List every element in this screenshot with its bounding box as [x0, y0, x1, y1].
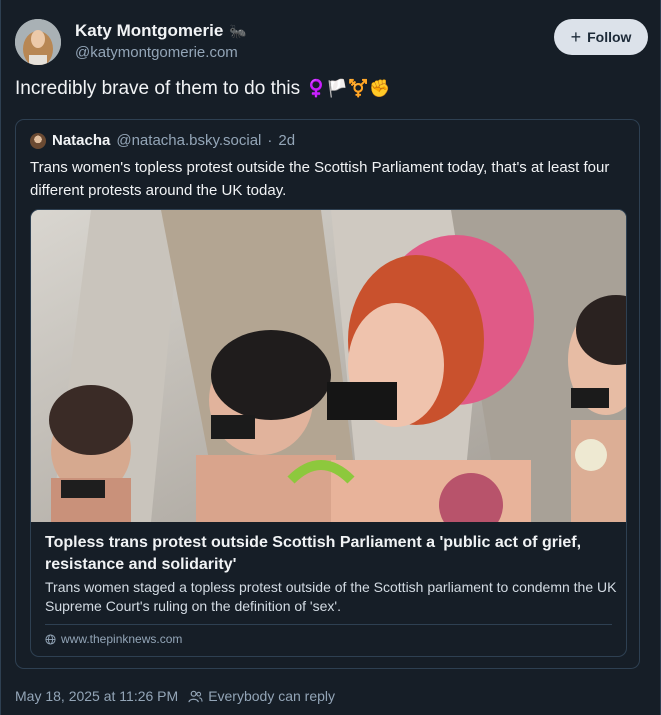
author-display-name[interactable]: Katy Montgomerie: [75, 21, 223, 41]
link-card-title[interactable]: Topless trans protest outside Scottish P…: [45, 532, 615, 576]
globe-icon: [45, 633, 56, 645]
author-handle[interactable]: @katymontgomerie.com: [75, 44, 238, 61]
quoted-post-age[interactable]: 2d: [278, 132, 295, 149]
avatar-image: [15, 19, 61, 65]
post-thread-frame: Katy Montgomerie 🐜 @katymontgomerie.com …: [0, 0, 661, 715]
link-card-image: [31, 210, 626, 522]
link-card-domain-row: www.thepinknews.com: [45, 632, 182, 646]
time-separator: ·: [267, 132, 273, 149]
follow-button[interactable]: + Follow: [554, 19, 648, 55]
post-text: Incredibly brave of them to do this ♀️🏳️…: [15, 78, 390, 100]
link-card-domain: www.thepinknews.com: [61, 632, 183, 646]
post-footer: May 18, 2025 at 11:26 PM Everybody can r…: [15, 688, 335, 704]
post-timestamp[interactable]: May 18, 2025 at 11:26 PM: [15, 688, 178, 704]
quoted-author-name[interactable]: Natacha: [52, 132, 110, 149]
follow-button-label: Follow: [587, 29, 632, 45]
author-avatar[interactable]: [15, 19, 61, 65]
quoted-author-handle[interactable]: @natacha.bsky.social: [116, 132, 261, 149]
post-header: Katy Montgomerie 🐜 @katymontgomerie.com …: [15, 19, 648, 67]
post-text-body: Incredibly brave of them to do this: [15, 78, 301, 99]
post-emojis: ♀️🏳️⚧️✊: [305, 79, 391, 98]
link-card-divider: [45, 624, 612, 625]
reply-setting[interactable]: Everybody can reply: [188, 688, 335, 704]
link-card-description: Trans women staged a topless protest out…: [45, 579, 617, 614]
quoted-post-header: Natacha @natacha.bsky.social · 2d: [30, 132, 295, 149]
plus-icon: +: [570, 27, 582, 47]
quoted-post[interactable]: Natacha @natacha.bsky.social · 2d Trans …: [15, 119, 640, 669]
quoted-author-avatar[interactable]: [30, 132, 46, 149]
link-card[interactable]: Topless trans protest outside Scottish P…: [30, 209, 627, 657]
ant-icon: 🐜: [229, 22, 247, 39]
protest-photo: [31, 210, 626, 522]
people-icon: [188, 690, 203, 702]
author-name-row: Katy Montgomerie 🐜: [75, 21, 247, 41]
reply-setting-label: Everybody can reply: [208, 688, 336, 704]
quoted-post-text: Trans women's topless protest outside th…: [30, 159, 610, 199]
